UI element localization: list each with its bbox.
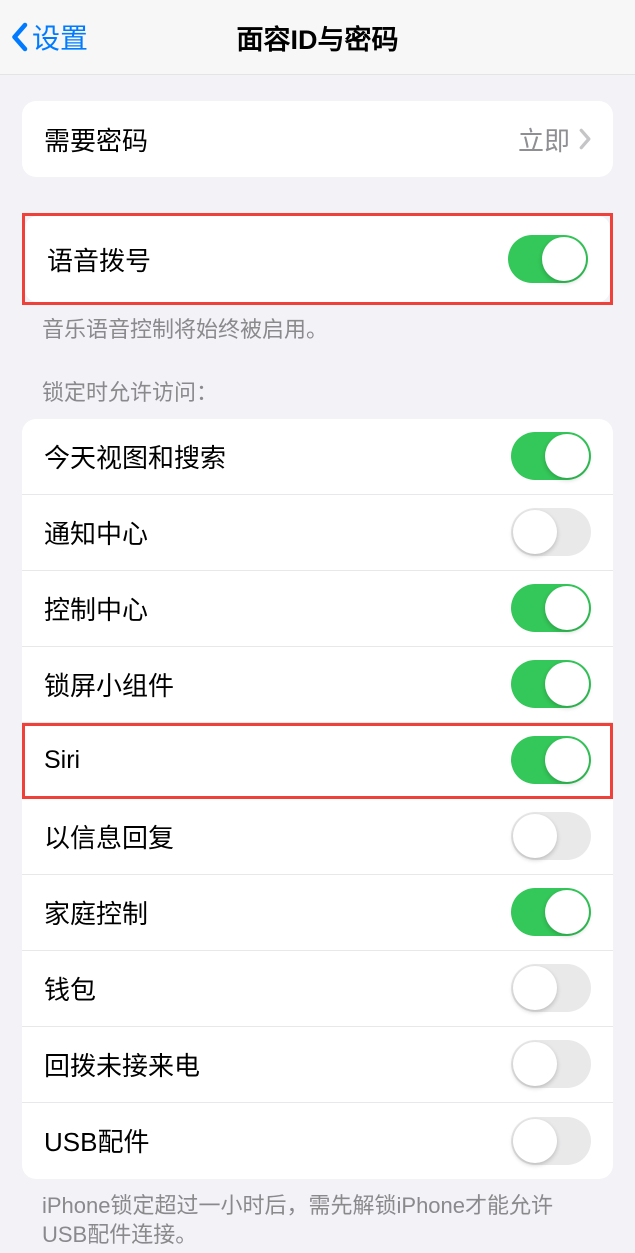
lock-item-item-1: 通知中心 xyxy=(22,495,613,571)
lock-item-label: 通知中心 xyxy=(44,514,511,551)
toggle-knob xyxy=(513,814,557,858)
chevron-left-icon xyxy=(10,22,28,52)
lock-access-group: 今天视图和搜索通知中心控制中心锁屏小组件 Siri 以信息回复家庭控制钱包回拨未接来… xyxy=(22,419,613,1179)
toggle-knob xyxy=(513,966,557,1010)
lock-item-toggle-siri[interactable] xyxy=(511,736,591,784)
lock-item-toggle-item-2[interactable] xyxy=(511,584,591,632)
nav-header: 设置 面容ID与密码 xyxy=(0,0,635,75)
lock-item-label: 以信息回复 xyxy=(44,818,511,855)
lock-item-label: 钱包 xyxy=(44,970,511,1007)
toggle-knob xyxy=(545,586,589,630)
lock-item-item-3: 锁屏小组件 xyxy=(22,647,613,723)
toggle-knob xyxy=(545,662,589,706)
lock-item-item-0: 今天视图和搜索 xyxy=(22,419,613,495)
back-button[interactable]: 设置 xyxy=(0,17,88,57)
toggle-knob xyxy=(513,510,557,554)
page-title: 面容ID与密码 xyxy=(237,18,399,57)
lock-item-label: 控制中心 xyxy=(44,590,511,627)
lock-item-toggle-item-3[interactable] xyxy=(511,660,591,708)
require-passcode-row[interactable]: 需要密码 立即 xyxy=(22,101,613,177)
lock-item-toggle-item-7[interactable] xyxy=(511,964,591,1012)
passcode-group: 需要密码 立即 xyxy=(22,101,613,177)
lock-item-label: 今天视图和搜索 xyxy=(44,438,511,475)
voice-dial-toggle[interactable] xyxy=(508,235,588,283)
lock-item-siri: Siri xyxy=(22,723,613,799)
lock-item-toggle-usb[interactable] xyxy=(511,1117,591,1165)
lock-item-toggle-item-1[interactable] xyxy=(511,508,591,556)
lock-item-item-5: 以信息回复 xyxy=(22,799,613,875)
voice-dial-label: 语音拨号 xyxy=(47,241,508,278)
lock-item-toggle-item-5[interactable] xyxy=(511,812,591,860)
lock-item-item-7: 钱包 xyxy=(22,951,613,1027)
toggle-knob xyxy=(513,1119,557,1163)
back-label: 设置 xyxy=(32,17,88,57)
lock-section-header: 锁定时允许访问： xyxy=(0,375,635,419)
require-passcode-label: 需要密码 xyxy=(44,121,518,158)
voice-dial-highlight: 语音拨号 xyxy=(22,213,613,305)
lock-item-label: USB配件 xyxy=(44,1122,511,1159)
lock-item-toggle-item-6[interactable] xyxy=(511,888,591,936)
lock-item-toggle-item-8[interactable] xyxy=(511,1040,591,1088)
toggle-knob xyxy=(542,237,586,281)
usb-footer: iPhone锁定超过一小时后，需先解锁iPhone才能允许USB配件连接。 xyxy=(0,1179,635,1250)
lock-item-label: Siri xyxy=(44,746,511,775)
lock-item-toggle-item-0[interactable] xyxy=(511,432,591,480)
lock-item-label: 家庭控制 xyxy=(44,894,511,931)
toggle-knob xyxy=(545,738,589,782)
lock-item-item-6: 家庭控制 xyxy=(22,875,613,951)
lock-item-label: 回拨未接来电 xyxy=(44,1046,511,1083)
content: 需要密码 立即 语音拨号 音乐语音控制将始终被启用。 锁定时允许访问： 今天视图… xyxy=(0,75,635,1250)
chevron-right-icon xyxy=(578,128,591,150)
voice-dial-row: 语音拨号 xyxy=(25,216,610,302)
lock-item-usb: USB配件 xyxy=(22,1103,613,1179)
toggle-knob xyxy=(513,1042,557,1086)
toggle-knob xyxy=(545,434,589,478)
lock-item-item-8: 回拨未接来电 xyxy=(22,1027,613,1103)
lock-item-label: 锁屏小组件 xyxy=(44,666,511,703)
require-passcode-value: 立即 xyxy=(518,121,570,158)
lock-item-item-2: 控制中心 xyxy=(22,571,613,647)
voice-dial-footer: 音乐语音控制将始终被启用。 xyxy=(0,305,635,345)
toggle-knob xyxy=(545,890,589,934)
